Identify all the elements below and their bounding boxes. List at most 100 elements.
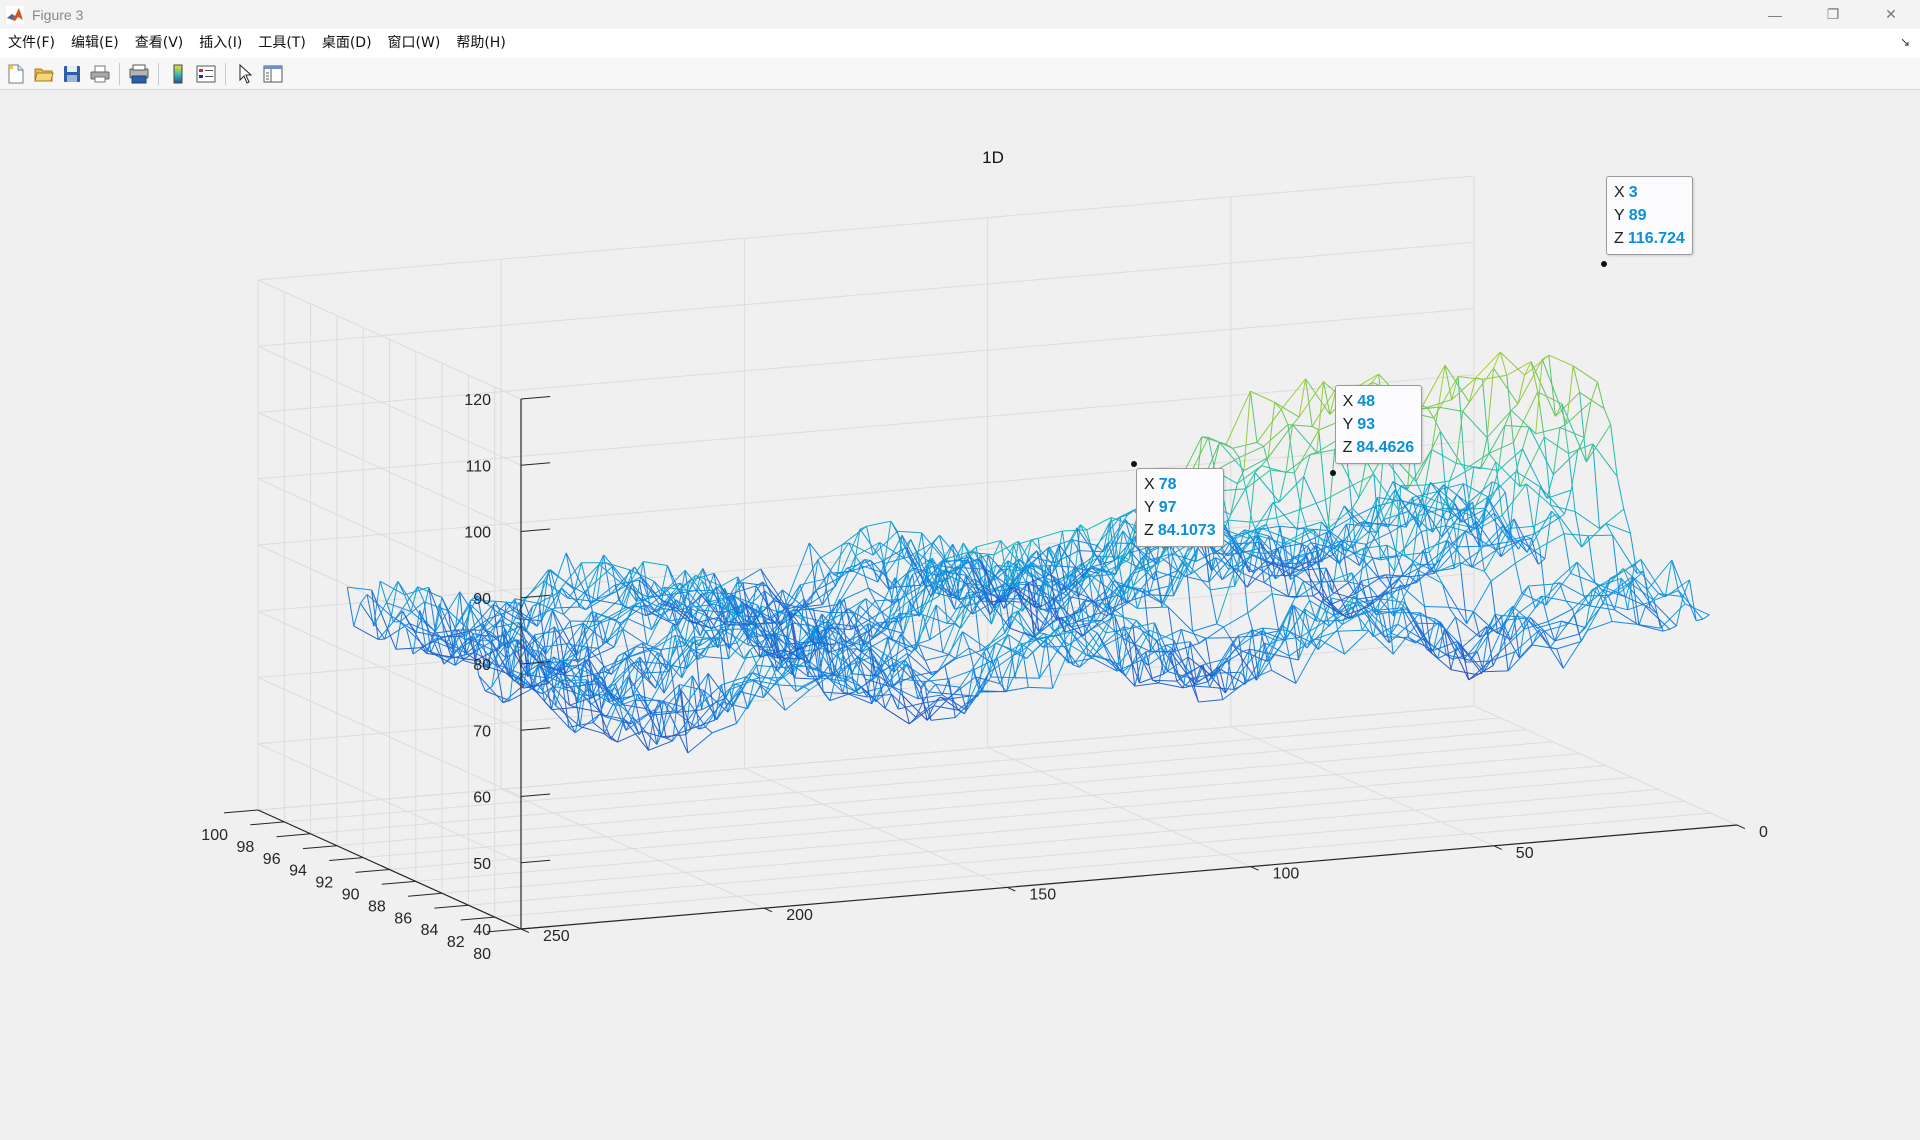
mesh-edge bbox=[1327, 449, 1336, 529]
grid-line bbox=[257, 374, 1475, 480]
figure-canvas[interactable]: 0 50 100 150 200 250 80 82 84 86 88 90 92 94 96 98 100 40… bbox=[0, 91, 1920, 1140]
x-tick bbox=[520, 928, 530, 934]
mesh-edge bbox=[1450, 669, 1476, 675]
print-preview-button[interactable] bbox=[127, 62, 151, 86]
z-tick-label: 60 bbox=[473, 790, 491, 807]
insert-legend-button[interactable] bbox=[194, 62, 218, 86]
mesh-edge bbox=[648, 740, 673, 751]
mesh-edge bbox=[1362, 629, 1369, 632]
mesh-edge bbox=[1338, 561, 1346, 582]
mesh-edge bbox=[395, 647, 421, 650]
mesh-edge bbox=[1090, 628, 1098, 634]
y-tick-label: 92 bbox=[315, 875, 333, 892]
datatip-label: Z bbox=[1342, 439, 1353, 457]
mesh-edge bbox=[646, 644, 654, 648]
edit-plot-button[interactable] bbox=[233, 62, 257, 86]
z-tick bbox=[520, 793, 551, 797]
mesh-edge bbox=[1545, 583, 1554, 606]
mesh-edge bbox=[1292, 424, 1318, 453]
mesh-edge bbox=[1167, 606, 1193, 632]
mesh-edge bbox=[1526, 483, 1534, 527]
datatip-row: Y 93 bbox=[1343, 413, 1415, 436]
mesh-edge bbox=[1585, 424, 1612, 463]
insert-colorbar-button[interactable] bbox=[166, 62, 190, 86]
datatip-marker[interactable] bbox=[1329, 470, 1336, 477]
mesh-edge bbox=[1424, 606, 1449, 608]
mesh-edge bbox=[551, 609, 578, 656]
mesh-edge bbox=[1174, 629, 1182, 652]
mesh-edge bbox=[1279, 525, 1305, 530]
mesh-edge bbox=[1256, 409, 1282, 443]
menu-tools[interactable]: 工具(T) bbox=[250, 29, 313, 58]
datatip[interactable]: X 3 Y 89 Z 116.724 bbox=[1606, 176, 1693, 256]
mesh-edge bbox=[1437, 646, 1463, 659]
mesh-edge bbox=[1192, 623, 1218, 632]
restore-button[interactable]: ❐ bbox=[1804, 0, 1862, 29]
menu-view[interactable]: 查看(V) bbox=[127, 29, 192, 58]
mesh-edge bbox=[1530, 361, 1556, 417]
mesh-edge bbox=[478, 675, 486, 692]
mesh-edge bbox=[1288, 595, 1313, 598]
mesh-edge bbox=[1611, 621, 1637, 625]
z-tick bbox=[520, 462, 551, 466]
menu-desktop[interactable]: 桌面(D) bbox=[314, 29, 380, 58]
x-tick-label: 250 bbox=[543, 928, 570, 945]
mesh-edge bbox=[1524, 354, 1550, 376]
datatip-value: 84.1073 bbox=[1157, 522, 1216, 540]
mesh-edge bbox=[1462, 411, 1488, 438]
mesh-edge bbox=[1525, 535, 1532, 540]
save-button[interactable] bbox=[60, 62, 84, 86]
y-tick-label: 96 bbox=[263, 851, 281, 868]
menu-insert[interactable]: 插入(I) bbox=[191, 29, 250, 58]
x-axis-line bbox=[520, 824, 1738, 930]
datatip-row: Z 84.4626 bbox=[1343, 436, 1415, 459]
mesh-edge bbox=[580, 562, 589, 590]
grid-line bbox=[257, 241, 1475, 347]
print-button[interactable] bbox=[88, 62, 112, 86]
close-button[interactable]: ✕ bbox=[1862, 0, 1920, 29]
mesh-edge bbox=[1462, 402, 1470, 412]
mesh-edge bbox=[1472, 611, 1498, 634]
mesh-edge bbox=[1265, 502, 1274, 525]
mesh-edge bbox=[359, 603, 386, 640]
mesh-edge bbox=[895, 535, 903, 588]
mesh-edge bbox=[1503, 585, 1529, 626]
mesh-edge bbox=[953, 622, 961, 629]
mesh-edge bbox=[1318, 429, 1326, 500]
mesh-edge bbox=[1198, 699, 1223, 703]
mesh-edge bbox=[643, 561, 668, 566]
menu-window[interactable]: 窗口(W) bbox=[380, 29, 449, 58]
mesh-edge bbox=[1651, 600, 1677, 627]
grid-line bbox=[257, 705, 1475, 811]
mesh-edge bbox=[999, 631, 1025, 684]
mesh-edge bbox=[1042, 646, 1067, 648]
mesh-edge bbox=[1592, 443, 1600, 529]
mesh-edge bbox=[1409, 576, 1418, 583]
mesh-edge bbox=[1574, 511, 1600, 529]
datatip[interactable]: X 48 Y 93 Z 84.4626 bbox=[1334, 385, 1423, 465]
property-inspector-icon bbox=[263, 65, 283, 82]
datatip[interactable]: X 78 Y 97 Z 84.1073 bbox=[1136, 468, 1224, 548]
menu-edit[interactable]: 编辑(E) bbox=[63, 29, 127, 58]
y-tick bbox=[381, 880, 416, 885]
menu-file[interactable]: 文件(F) bbox=[0, 29, 63, 58]
mesh-edge bbox=[573, 680, 598, 684]
menu-help[interactable]: 帮助(H) bbox=[448, 29, 513, 58]
mesh-edge bbox=[822, 691, 831, 701]
mesh-edge bbox=[1542, 354, 1550, 360]
mesh-edge bbox=[1415, 481, 1424, 497]
open-file-button[interactable] bbox=[32, 62, 56, 86]
datatip-row: Y 97 bbox=[1144, 496, 1216, 519]
mesh-edge bbox=[1249, 391, 1258, 443]
mesh-edge bbox=[1504, 425, 1530, 428]
datatip-row: X3 bbox=[1614, 181, 1685, 204]
dock-figure-icon[interactable]: ↘ bbox=[1900, 35, 1910, 49]
new-figure-button[interactable] bbox=[4, 62, 28, 86]
property-inspector-button[interactable] bbox=[261, 62, 285, 86]
mesh-edge bbox=[1422, 550, 1431, 573]
mesh-edge bbox=[346, 587, 355, 627]
minimize-button[interactable]: — bbox=[1746, 0, 1804, 29]
mesh-edge bbox=[1616, 476, 1625, 510]
mesh-edge bbox=[570, 620, 595, 622]
mesh-edge bbox=[935, 604, 944, 653]
